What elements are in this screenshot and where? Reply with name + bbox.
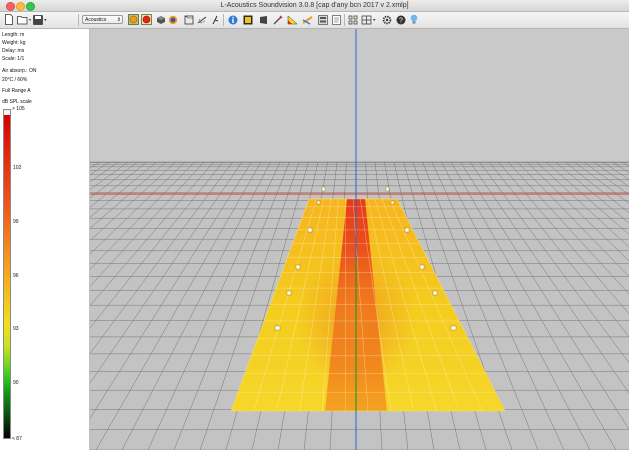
tip-icon[interactable] — [408, 13, 419, 26]
info-icon[interactable] — [227, 13, 238, 26]
help-icon[interactable]: ? — [395, 13, 406, 26]
mapping-icon[interactable] — [301, 13, 313, 26]
speaker-marker — [419, 264, 425, 270]
speaker-marker — [385, 186, 390, 192]
info-sidebar: Length: m Weight: kg Delay: ms Scale: 1/… — [0, 29, 90, 450]
scale-tick-96: 96 — [13, 273, 19, 279]
scale-tick-90: 90 — [13, 380, 19, 386]
spl-color-scale — [3, 109, 11, 439]
title-bar: L-Acoustics Soundvision 3.0.8 [cap d'any… — [0, 0, 629, 12]
speaker-marker — [295, 264, 301, 270]
speaker-marker — [404, 227, 410, 233]
mode-select-value: Acoustics — [85, 17, 107, 23]
grid-icon[interactable] — [347, 13, 358, 26]
room-icon[interactable] — [183, 13, 194, 26]
toolbar-separator — [344, 14, 345, 26]
window-title: L-Acoustics Soundvision 3.0.8 [cap d'any… — [220, 2, 409, 9]
source-icon[interactable] — [167, 13, 178, 26]
rigging-icon[interactable] — [209, 13, 220, 26]
export-icon[interactable] — [317, 13, 328, 26]
speaker-marker — [316, 200, 321, 205]
settings-icon[interactable] — [381, 13, 392, 26]
temperature-label: 20°C / 60% — [2, 77, 28, 83]
spl-map-2-icon[interactable] — [140, 13, 152, 26]
box-icon[interactable] — [258, 13, 268, 26]
coverage-icon[interactable] — [286, 13, 298, 26]
toolbar-separator — [78, 14, 79, 26]
measure-icon[interactable] — [196, 13, 207, 26]
frequency-range-label: Full Range A — [2, 88, 31, 94]
main-toolbar: Acoustics ⇕ ? — [0, 12, 629, 29]
scale-tick-93: 93 — [13, 326, 19, 332]
speaker-marker — [390, 200, 395, 205]
weight-unit-label: Weight: kg — [2, 40, 26, 46]
scale-tick-102: 102 — [13, 165, 22, 171]
save-icon[interactable] — [33, 13, 48, 26]
speaker-marker — [274, 325, 281, 331]
spl-scale-title: dB SPL scale — [2, 99, 32, 105]
speaker-marker — [321, 186, 326, 192]
scale-tick-bottom: < 87 — [12, 436, 22, 442]
speaker-marker — [450, 325, 457, 331]
new-file-icon[interactable] — [4, 13, 13, 26]
open-folder-icon[interactable] — [17, 13, 33, 26]
3d-viewport[interactable] — [90, 29, 629, 450]
scale-tick-top: > 105 — [12, 106, 25, 112]
select-caret-icon: ⇕ — [116, 17, 121, 23]
3d-view-icon[interactable] — [155, 13, 166, 26]
pen-icon[interactable] — [272, 13, 283, 26]
svg-text:?: ? — [399, 17, 403, 24]
app-window: L-Acoustics Soundvision 3.0.8 [cap d'any… — [0, 0, 629, 450]
speaker-marker — [432, 290, 438, 296]
scale-tick-99: 99 — [13, 219, 19, 225]
toolbar-separator — [223, 14, 224, 26]
3d-scene[interactable] — [90, 29, 629, 450]
air-absorption-label: Air absorp.: ON — [2, 68, 37, 74]
speaker-marker — [307, 227, 313, 233]
speaker-marker — [286, 290, 292, 296]
spl-map-icon[interactable] — [127, 13, 139, 26]
report-icon[interactable] — [242, 13, 253, 26]
scale-label: Scale: 1/1 — [2, 56, 25, 62]
length-unit-label: Length: m — [2, 32, 25, 38]
document-icon[interactable] — [331, 13, 341, 26]
delay-unit-label: Delay: ms — [2, 48, 25, 54]
mode-select[interactable]: Acoustics ⇕ — [82, 15, 123, 24]
layout-icon[interactable] — [361, 13, 377, 26]
